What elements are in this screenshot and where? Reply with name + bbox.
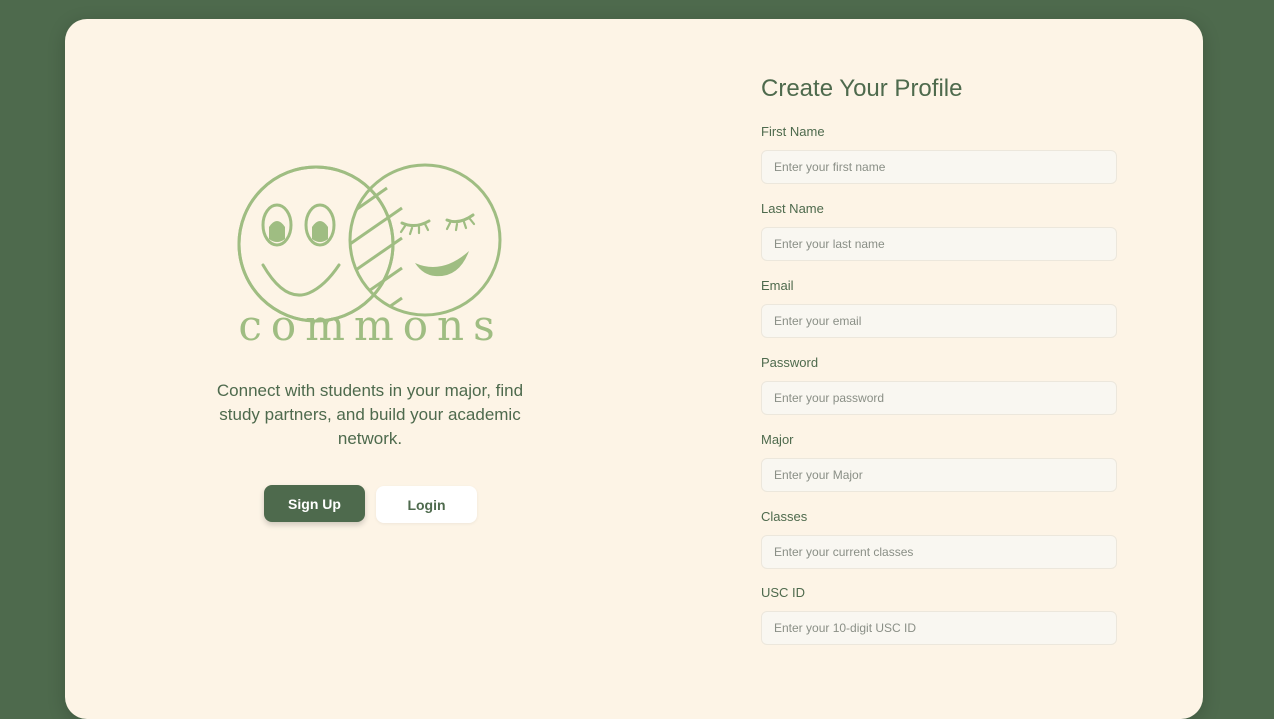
last-name-label: Last Name xyxy=(761,201,824,216)
brand-panel: commons Connect with students in your ma… xyxy=(65,19,675,657)
last-name-field: Last Name xyxy=(761,201,1117,261)
email-input[interactable] xyxy=(761,304,1117,338)
form-title: Create Your Profile xyxy=(761,75,963,102)
usc-id-label: USC ID xyxy=(761,585,806,600)
email-label: Email xyxy=(761,278,794,293)
email-field: Email xyxy=(761,278,1117,338)
classes-input[interactable] xyxy=(761,535,1117,569)
signup-card: commons Connect with students in your ma… xyxy=(65,19,1203,719)
last-name-input[interactable] xyxy=(761,227,1117,261)
password-label: Password xyxy=(761,355,819,370)
first-name-input[interactable] xyxy=(761,150,1117,184)
major-input[interactable] xyxy=(761,458,1117,492)
classes-field: Classes xyxy=(761,509,1117,569)
major-label: Major xyxy=(761,432,794,447)
login-button[interactable]: Login xyxy=(376,486,477,523)
first-name-field: First Name xyxy=(761,124,1117,184)
first-name-label: First Name xyxy=(761,124,825,139)
password-input[interactable] xyxy=(761,381,1117,415)
signup-button[interactable]: Sign Up xyxy=(264,485,365,522)
brand-name: commons xyxy=(238,301,504,350)
usc-id-field: USC ID xyxy=(761,585,1117,645)
usc-id-input[interactable] xyxy=(761,611,1117,645)
password-field: Password xyxy=(761,355,1117,415)
major-field: Major xyxy=(761,432,1117,492)
brand-tagline: Connect with students in your major, fin… xyxy=(216,381,524,448)
classes-label: Classes xyxy=(761,509,808,524)
